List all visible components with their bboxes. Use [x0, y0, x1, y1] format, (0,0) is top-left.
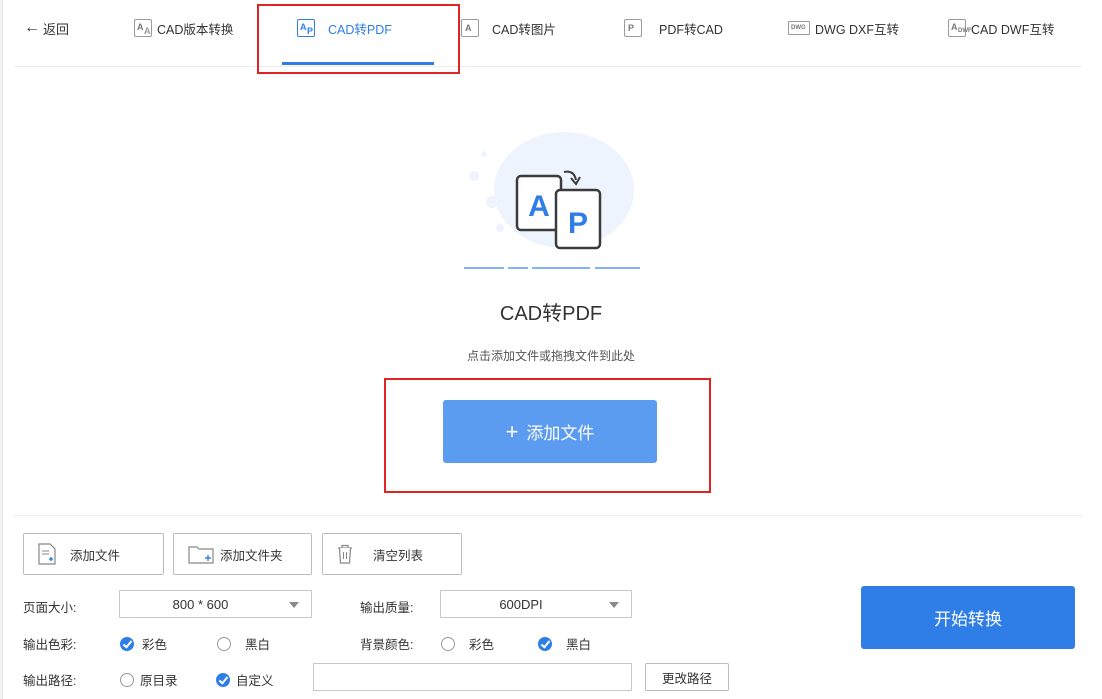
path-option-custom-label: 自定义 — [236, 674, 274, 688]
quality-label: 输出质量: — [360, 601, 414, 615]
output-path-label: 输出路径: — [23, 674, 77, 688]
pdf-to-cad-icon: P — [624, 19, 642, 37]
bg-option-bw[interactable]: 黑白 — [538, 634, 591, 653]
output-path-input[interactable] — [313, 663, 632, 691]
chevron-down-icon — [289, 602, 299, 608]
back-arrow-icon: ← — [24, 19, 40, 36]
quality-select[interactable]: 600DPI — [440, 590, 632, 618]
svg-text:P: P — [568, 207, 588, 240]
color-option-bw[interactable]: 黑白 — [217, 634, 270, 653]
top-navigation: ← 返回 AA CAD版本转换 AP CAD转PDF A CAD转图片 P PD… — [0, 0, 1102, 68]
page-size-value: 800 * 600 — [172, 596, 229, 612]
color-option-color[interactable]: 彩色 — [120, 634, 167, 653]
tab-label: CAD DWF互转 — [971, 22, 1055, 37]
tab-cad-to-pdf[interactable]: AP CAD转PDF — [297, 14, 392, 42]
cad-dwf-icon: A DWF — [948, 19, 972, 37]
bg-option-color-label: 彩色 — [469, 638, 495, 652]
radio-unchecked-icon — [217, 636, 231, 651]
start-convert-button[interactable]: 开始转换 — [861, 586, 1075, 649]
tab-cad-version[interactable]: AA CAD版本转换 — [134, 14, 233, 42]
radio-unchecked-icon — [441, 636, 455, 651]
clear-list-button[interactable]: 清空列表 — [322, 533, 462, 575]
path-option-original[interactable]: 原目录 — [120, 670, 178, 689]
nav-divider — [14, 66, 1082, 67]
back-label: 返回 — [43, 21, 70, 37]
quality-value: 600DPI — [499, 596, 543, 612]
plus-icon: + — [505, 418, 519, 444]
radio-checked-icon — [120, 636, 134, 651]
cad-version-icon: AA — [134, 19, 152, 37]
cad-to-image-icon: A — [461, 19, 479, 37]
add-folder-label: 添加文件夹 — [220, 548, 283, 563]
add-file-icon — [38, 543, 56, 565]
tab-dwg-dxf[interactable]: DWG DWG DXF互转 — [788, 14, 899, 42]
add-folder-icon — [188, 546, 214, 564]
trash-icon — [338, 544, 352, 564]
tab-label: PDF转CAD — [659, 22, 723, 37]
drop-hint: 点击添加文件或拖拽文件到此处 — [466, 349, 635, 363]
tab-label: DWG DXF互转 — [815, 22, 900, 37]
page-size-select[interactable]: 800 * 600 — [119, 590, 312, 618]
cad-to-pdf-illustration: A P — [464, 132, 640, 269]
page-size-label: 页面大小: — [23, 601, 77, 615]
tab-label: CAD转PDF — [328, 22, 392, 37]
add-folder-button[interactable]: 添加文件夹 — [173, 533, 312, 575]
change-path-button[interactable]: 更改路径 — [645, 663, 729, 691]
back-button[interactable]: ← 返回 — [24, 16, 69, 40]
bg-option-bw-label: 黑白 — [566, 638, 592, 652]
content-divider — [14, 515, 1082, 516]
radio-checked-icon — [538, 636, 552, 651]
color-option-bw-label: 黑白 — [245, 638, 271, 652]
clear-list-label: 清空列表 — [373, 548, 424, 563]
add-file-main-label: 添加文件 — [526, 424, 595, 443]
output-color-label: 输出色彩: — [23, 638, 77, 652]
page-title: CAD转PDF — [499, 303, 603, 325]
add-file-main-button[interactable]: + 添加文件 — [443, 400, 657, 463]
radio-unchecked-icon — [120, 672, 134, 687]
tab-cad-to-image[interactable]: A CAD转图片 — [461, 14, 556, 42]
path-option-original-label: 原目录 — [140, 674, 178, 688]
path-option-custom[interactable]: 自定义 — [216, 670, 274, 689]
bg-option-color[interactable]: 彩色 — [441, 634, 494, 653]
tab-cad-dwf[interactable]: A DWF CAD DWF互转 — [948, 14, 1054, 42]
chevron-down-icon — [609, 602, 619, 608]
svg-text:A: A — [528, 190, 550, 223]
tab-label: CAD转图片 — [492, 22, 556, 37]
cad-to-pdf-icon: AP — [297, 19, 315, 37]
add-file-label: 添加文件 — [70, 548, 121, 563]
radio-checked-icon — [216, 672, 230, 687]
dwg-dxf-icon: DWG — [788, 21, 810, 35]
tab-label: CAD版本转换 — [157, 22, 234, 37]
add-file-button[interactable]: 添加文件 — [23, 533, 164, 575]
background-color-label: 背景颜色: — [360, 638, 414, 652]
color-option-color-label: 彩色 — [142, 638, 168, 652]
tab-pdf-to-cad[interactable]: P PDF转CAD — [624, 14, 723, 42]
active-tab-indicator — [282, 62, 434, 65]
